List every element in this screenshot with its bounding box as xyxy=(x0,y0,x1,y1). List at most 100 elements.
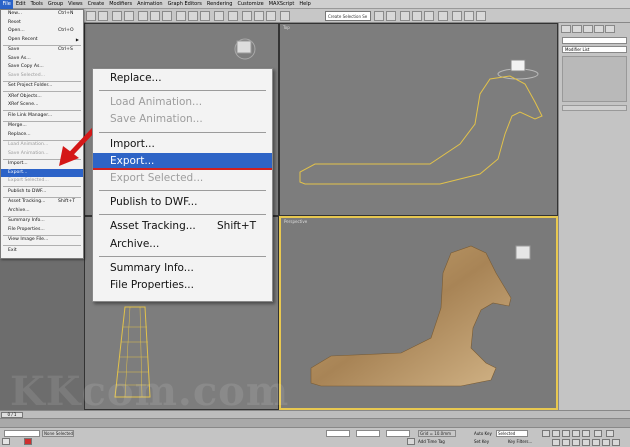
menu-item-save-as[interactable]: Save As... xyxy=(1,55,83,64)
track-bar[interactable] xyxy=(0,418,630,427)
menu-edit[interactable]: Edit xyxy=(13,0,28,9)
unlink-icon[interactable] xyxy=(124,11,134,21)
menu-customize[interactable]: Customize xyxy=(235,0,266,9)
undo-icon[interactable] xyxy=(86,11,96,21)
coordinate-system-icon[interactable] xyxy=(214,11,224,21)
select-by-name-icon[interactable] xyxy=(150,11,160,21)
stack-controls[interactable] xyxy=(562,105,627,111)
menu-item-asset-tracking[interactable]: Asset Tracking... Shift+T xyxy=(93,218,272,235)
y-coordinate-field[interactable] xyxy=(356,430,380,437)
menu-item-open-recent[interactable]: Open Recent ▶ xyxy=(1,36,83,45)
curve-editor-icon[interactable] xyxy=(412,11,422,21)
maxscript-icon[interactable] xyxy=(2,438,10,445)
percent-snap-icon[interactable] xyxy=(266,11,276,21)
key-filters-button[interactable]: Key Filters... xyxy=(508,439,532,444)
rotate-icon[interactable] xyxy=(188,11,198,21)
x-coordinate-field[interactable] xyxy=(326,430,350,437)
previous-frame-icon[interactable] xyxy=(552,430,560,437)
hierarchy-tab-icon[interactable] xyxy=(583,25,593,33)
menu-item-reset[interactable]: Reset xyxy=(1,19,83,28)
select-icon[interactable] xyxy=(138,11,148,21)
set-key-button[interactable]: Set Key xyxy=(474,439,489,444)
render-setup-icon[interactable] xyxy=(452,11,462,21)
menu-item-publish-to-dwf[interactable]: Publish to DWF... xyxy=(93,194,272,211)
scale-icon[interactable] xyxy=(200,11,210,21)
menu-item-archive[interactable]: Archive... xyxy=(1,207,83,216)
menu-item-export[interactable]: Export... xyxy=(1,168,83,177)
motion-tab-icon[interactable] xyxy=(594,25,604,33)
snap-icon[interactable] xyxy=(242,11,252,21)
object-name-input[interactable] xyxy=(562,37,627,44)
angle-snap-icon[interactable] xyxy=(254,11,264,21)
menu-graph-editors[interactable]: Graph Editors xyxy=(165,0,204,9)
time-configuration-icon[interactable] xyxy=(606,430,614,437)
align-icon[interactable] xyxy=(386,11,396,21)
perspective-viewport[interactable]: Perspective xyxy=(279,216,558,410)
menu-animation[interactable]: Animation xyxy=(135,0,166,9)
auto-key-button[interactable]: Auto Key xyxy=(474,431,492,436)
menu-item-exit[interactable]: Exit xyxy=(1,247,83,256)
menu-item-asset-tracking[interactable]: Asset Tracking... Shift+T xyxy=(1,198,83,207)
menu-maxscript[interactable]: MAXScript xyxy=(266,0,297,9)
display-tab-icon[interactable] xyxy=(605,25,615,33)
layer-manager-icon[interactable] xyxy=(400,11,410,21)
redo-icon[interactable] xyxy=(98,11,108,21)
named-selection-set-input[interactable]: Create Selection Se xyxy=(325,11,371,21)
modifier-stack[interactable] xyxy=(562,56,627,102)
z-coordinate-field[interactable] xyxy=(386,430,410,437)
menu-item-xref-objects[interactable]: XRef Objects... xyxy=(1,93,83,102)
menu-modifiers[interactable]: Modifiers xyxy=(107,0,135,9)
key-mode-toggle-icon[interactable] xyxy=(594,430,602,437)
menu-item-replace[interactable]: Replace... xyxy=(93,70,272,87)
modify-tab-icon[interactable] xyxy=(572,25,582,33)
menu-item-open[interactable]: Open... Ctrl+O xyxy=(1,27,83,36)
link-icon[interactable] xyxy=(112,11,122,21)
menu-item-summary-info[interactable]: Summary Info... xyxy=(1,217,83,226)
zoom-all-icon[interactable] xyxy=(562,439,570,446)
menu-item-publish-to-dwf[interactable]: Publish to DWF... xyxy=(1,188,83,197)
move-icon[interactable] xyxy=(176,11,186,21)
go-to-end-icon[interactable] xyxy=(582,430,590,437)
create-tab-icon[interactable] xyxy=(561,25,571,33)
region-select-icon[interactable] xyxy=(162,11,172,21)
menu-create[interactable]: Create xyxy=(85,0,107,9)
menu-tools[interactable]: Tools xyxy=(28,0,45,9)
menu-item-import[interactable]: Import... xyxy=(93,136,272,153)
top-viewport[interactable]: Top xyxy=(279,23,558,216)
modifier-list-dropdown[interactable]: Modifier List xyxy=(562,46,627,53)
menu-rendering[interactable]: Rendering xyxy=(204,0,235,9)
menu-group[interactable]: Group xyxy=(45,0,65,9)
zoom-icon[interactable] xyxy=(552,439,560,446)
pivot-icon[interactable] xyxy=(228,11,238,21)
menu-help[interactable]: Help xyxy=(297,0,313,9)
maximize-viewport-icon[interactable] xyxy=(612,439,620,446)
close-icon[interactable] xyxy=(24,438,32,445)
quick-render-icon[interactable] xyxy=(476,11,486,21)
maxscript-listener-field[interactable] xyxy=(4,430,40,437)
menu-item-file-properties[interactable]: File Properties... xyxy=(93,277,272,294)
menu-item-new[interactable]: New... Ctrl+N xyxy=(1,10,83,19)
schematic-view-icon[interactable] xyxy=(424,11,434,21)
menu-item-save[interactable]: Save Ctrl+S xyxy=(1,46,83,55)
menu-item-export[interactable]: Export... xyxy=(93,152,272,170)
pan-icon[interactable] xyxy=(582,439,590,446)
go-to-start-icon[interactable] xyxy=(542,430,550,437)
menu-file[interactable]: File xyxy=(0,0,14,9)
menu-item-set-project-folder[interactable]: Set Project Folder... xyxy=(1,82,83,91)
menu-item-file-properties[interactable]: File Properties... xyxy=(1,226,83,235)
add-time-tag-button[interactable]: Add Time Tag xyxy=(418,439,445,444)
next-frame-icon[interactable] xyxy=(572,430,580,437)
menu-item-archive[interactable]: Archive... xyxy=(93,236,272,253)
menu-item-save-copy-as[interactable]: Save Copy As... xyxy=(1,63,83,72)
material-editor-icon[interactable] xyxy=(438,11,448,21)
render-frame-icon[interactable] xyxy=(464,11,474,21)
menu-views[interactable]: Views xyxy=(66,0,85,9)
time-tag-icon[interactable] xyxy=(407,438,415,445)
menu-item-view-image-file[interactable]: View Image File... xyxy=(1,236,83,245)
menu-item-xref-scene[interactable]: XRef Scene... xyxy=(1,101,83,110)
mirror-icon[interactable] xyxy=(374,11,384,21)
key-mode-dropdown[interactable]: Selected xyxy=(496,430,528,437)
orbit-icon[interactable] xyxy=(592,439,600,446)
field-of-view-icon[interactable] xyxy=(602,439,610,446)
menu-item-summary-info[interactable]: Summary Info... xyxy=(93,260,272,277)
